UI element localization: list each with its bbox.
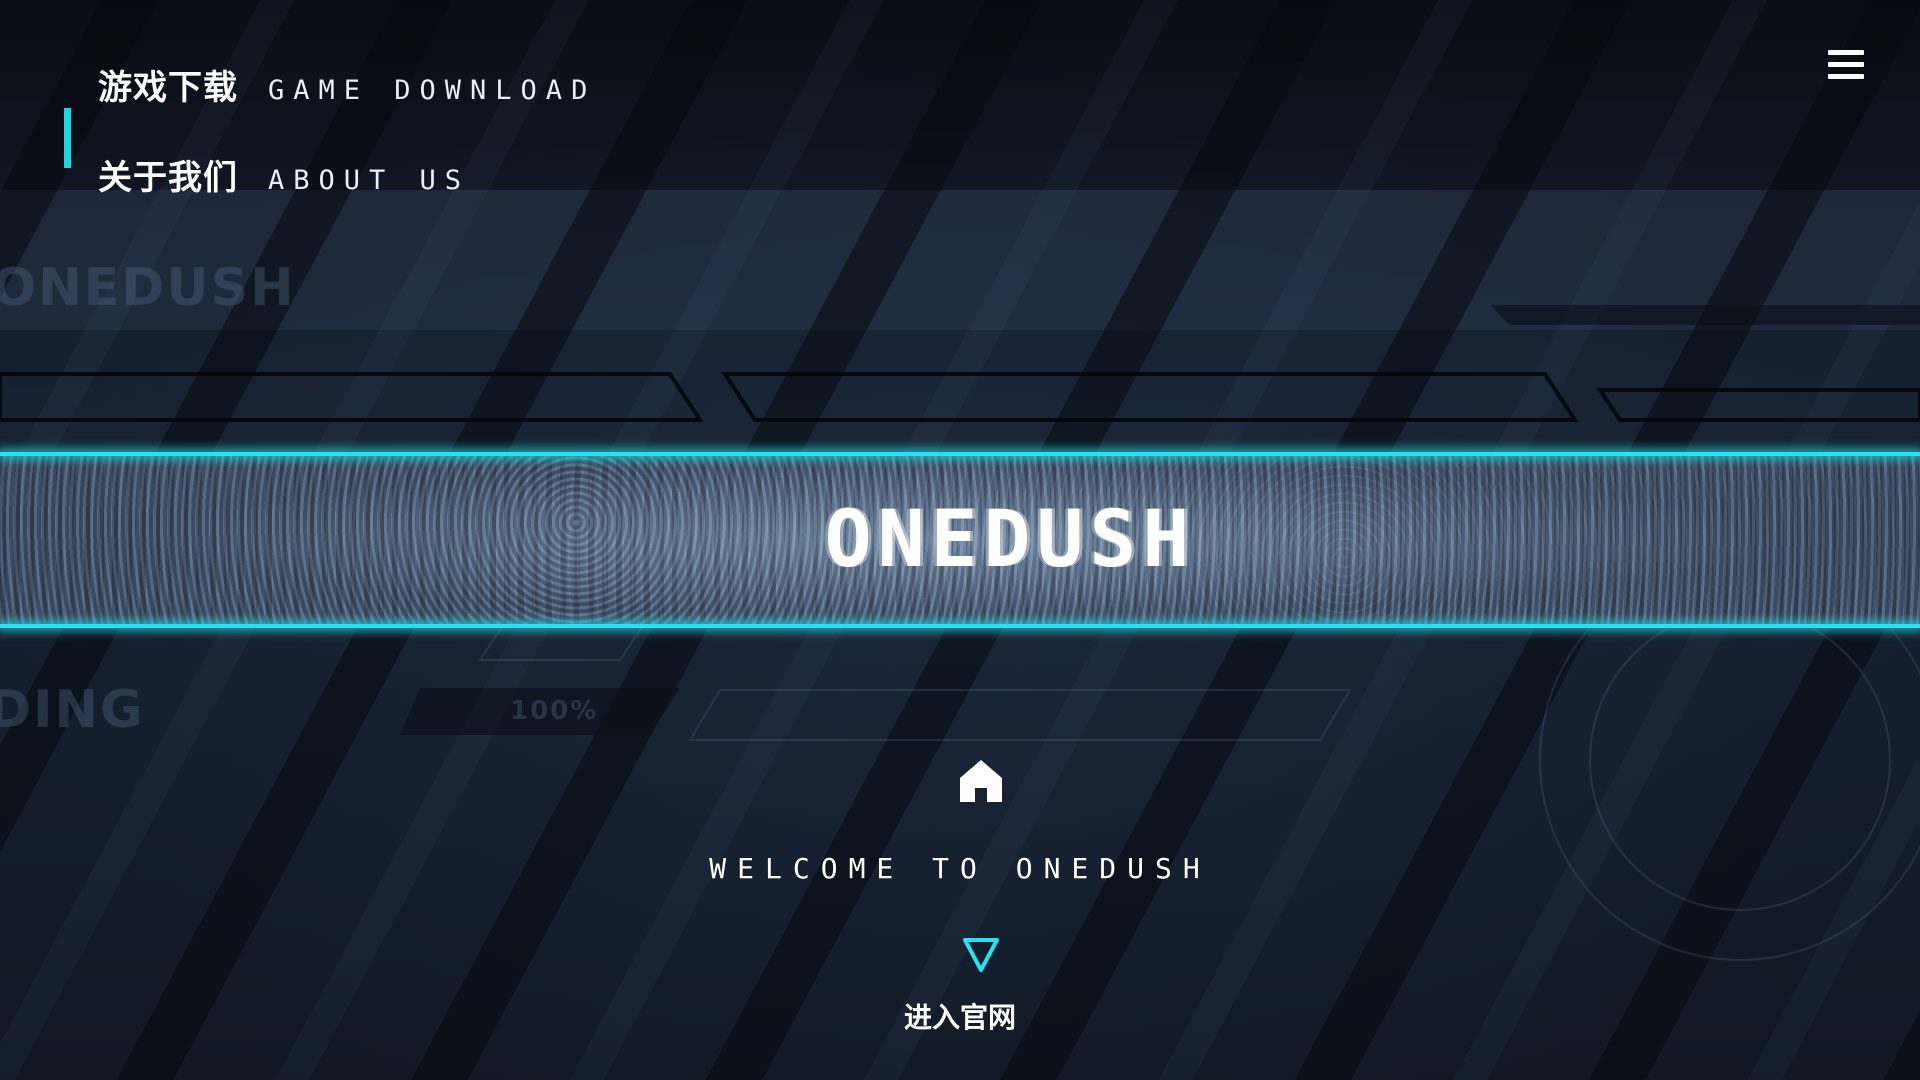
home-icon (960, 760, 1002, 802)
main-nav: 游戏下载 GAME DOWNLOAD 关于我们 ABOUT US (98, 60, 596, 240)
onedush-logo: ONEDUSH (780, 490, 1240, 590)
nav-item-about-us[interactable]: 关于我们 ABOUT US (98, 150, 596, 240)
nav-item-game-download[interactable]: 游戏下载 GAME DOWNLOAD (98, 60, 596, 150)
nav-item-en-label: GAME DOWNLOAD (268, 75, 597, 106)
ghost-percent-text: 100% (510, 696, 599, 726)
banner-top-glow-line (0, 452, 1920, 456)
nav-item-en-label: ABOUT US (268, 165, 471, 196)
down-triangle-icon[interactable] (962, 936, 1000, 974)
welcome-text: WELCOME TO ONEDUSH (709, 852, 1211, 885)
banner-bottom-glow-line (0, 624, 1920, 628)
landing-page: ONEDUSH DING 100% 游戏下载 GAME DOWNLOAD 关于我… (0, 0, 1920, 1080)
ghost-brand-text: ONEDUSH (0, 258, 296, 318)
nav-item-cn-label: 关于我们 (98, 158, 238, 198)
logo-text: ONEDUSH (824, 495, 1196, 585)
hamburger-menu-icon[interactable] (1828, 50, 1864, 86)
enter-site-link[interactable]: 进入官网 (0, 996, 1920, 1036)
nav-item-cn-label: 游戏下载 (98, 68, 238, 108)
nav-active-indicator (64, 108, 71, 168)
ghost-loading-text: DING (0, 680, 145, 740)
